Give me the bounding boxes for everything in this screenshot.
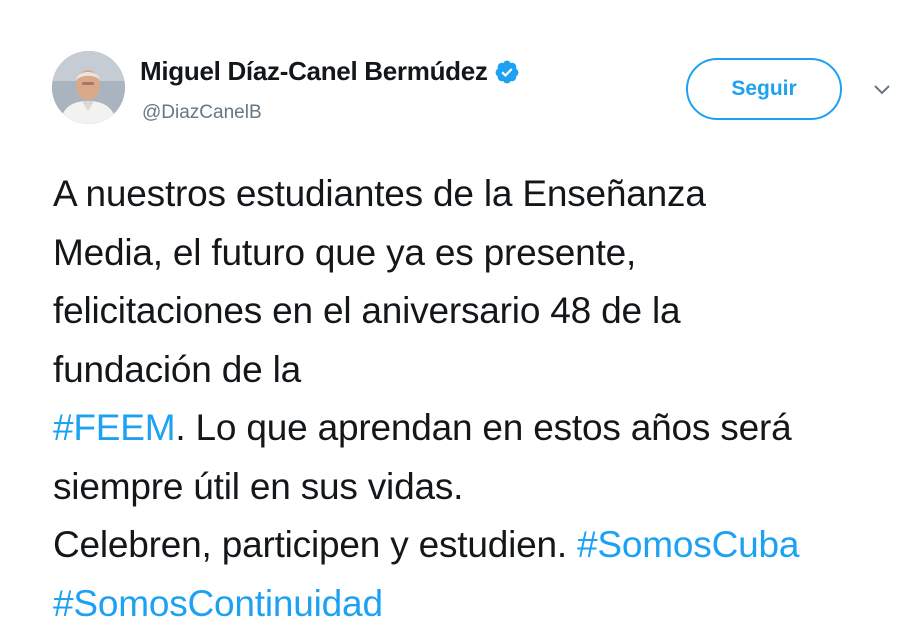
tweet-text-segment: . Lo que aprendan en estos años será xyxy=(175,407,791,448)
tweet-text-line: Celebren, participen y estudien. #SomosC… xyxy=(53,516,893,575)
tweet-text-line: felicitaciones en el aniversario 48 de l… xyxy=(53,282,893,341)
tweet-text-line: #SomosContinuidad xyxy=(53,575,893,633)
chevron-down-icon[interactable] xyxy=(872,82,892,98)
author-name-row[interactable]: Miguel Díaz-Canel Bermúdez xyxy=(140,56,520,87)
tweet-text-segment: Celebren, participen y estudien. xyxy=(53,524,577,565)
author-handle[interactable]: @DiazCanelB xyxy=(142,102,262,124)
tweet-text-line: A nuestros estudiantes de la Enseñanza xyxy=(53,165,893,224)
follow-button[interactable]: Seguir xyxy=(686,58,842,120)
avatar-image xyxy=(52,51,125,124)
hashtag-link-feem[interactable]: #FEEM xyxy=(53,407,175,448)
tweet-text-line: siempre útil en sus vidas. xyxy=(53,458,893,517)
author-display-name[interactable]: Miguel Díaz-Canel Bermúdez xyxy=(140,56,488,87)
tweet-text: A nuestros estudiantes de la Enseñanza M… xyxy=(53,165,893,633)
tweet-card: Miguel Díaz-Canel Bermúdez @DiazCanelB S… xyxy=(0,0,900,599)
verified-badge-icon xyxy=(494,59,520,85)
tweet-text-line: #FEEM. Lo que aprendan en estos años ser… xyxy=(53,399,893,458)
tweet-text-line: fundación de la xyxy=(53,341,893,400)
hashtag-link-somoscontinuidad[interactable]: #SomosContinuidad xyxy=(53,583,383,624)
tweet-text-line: Media, el futuro que ya es presente, xyxy=(53,224,893,283)
avatar[interactable] xyxy=(52,51,125,124)
hashtag-link-somoscuba[interactable]: #SomosCuba xyxy=(577,524,799,565)
